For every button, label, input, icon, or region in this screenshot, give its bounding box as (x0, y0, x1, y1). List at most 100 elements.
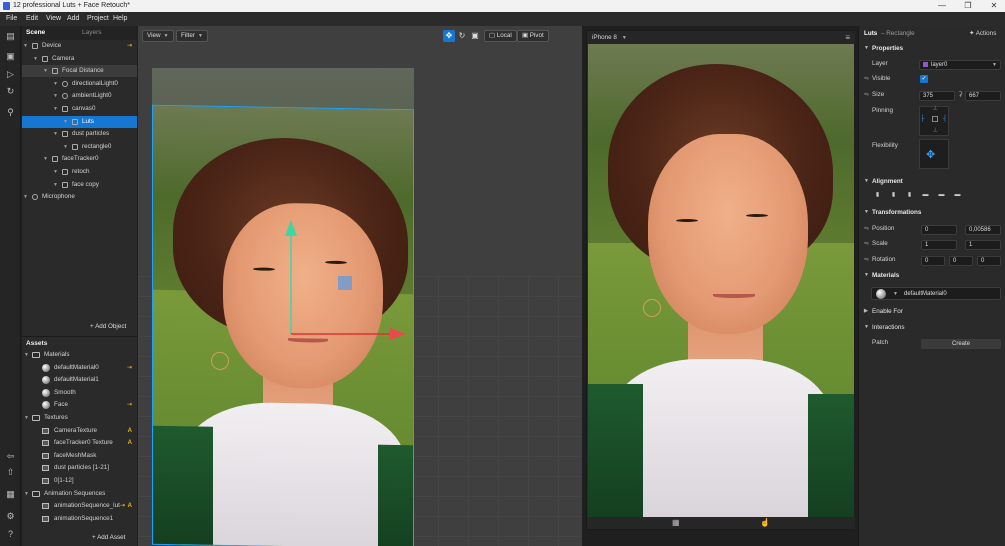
maximize-button[interactable]: ❐ (961, 1, 975, 11)
tab-layers[interactable]: Layers (82, 29, 102, 36)
rotate-tool-icon[interactable]: ↻ (456, 30, 468, 42)
menu-view[interactable]: View (46, 15, 61, 22)
view-dropdown[interactable]: View ▼ (142, 30, 174, 42)
expand-arrow-icon[interactable]: ▼ (53, 90, 58, 102)
interactions-section[interactable]: ▼ Interactions (859, 324, 1005, 334)
align-top-icon[interactable]: ▬ (921, 191, 930, 200)
expand-arrow-icon[interactable]: ▼ (53, 103, 58, 115)
viewport[interactable]: View ▼ Filter ▼ ✥ ↻ ▣ ▢ Local ▣ Pivot (138, 26, 582, 546)
device-dropdown[interactable]: iPhone 8 ▼ (592, 34, 627, 41)
pin-icon[interactable]: ⇥ (120, 500, 125, 512)
expand-arrow-icon[interactable]: ▼ (53, 78, 58, 90)
minimize-button[interactable]: — (935, 1, 949, 11)
pin-icon[interactable]: ⇥ (127, 40, 132, 52)
local-toggle[interactable]: ▢ Local (484, 30, 517, 42)
expand-arrow-icon[interactable]: ▼ (43, 65, 48, 77)
expand-arrow-icon[interactable]: ▼ (24, 349, 29, 361)
video-icon[interactable]: ▣ (5, 51, 16, 62)
refresh-icon[interactable]: ↻ (5, 86, 16, 97)
scene-tree-item[interactable]: ▼ Focal Distance (22, 65, 137, 78)
expand-arrow-icon[interactable]: ▼ (53, 179, 58, 191)
menu-project[interactable]: Project (87, 15, 109, 22)
move-tool-icon[interactable]: ✥ (443, 30, 455, 42)
align-right-icon[interactable]: ▮ (905, 191, 914, 200)
menu-file[interactable]: File (6, 15, 17, 22)
menu-icon[interactable]: ≡ (845, 33, 850, 42)
expand-arrow-icon[interactable]: ▼ (23, 191, 28, 203)
size-height-input[interactable]: 667 (965, 91, 1001, 101)
menu-add[interactable]: Add (67, 15, 79, 22)
expand-arrow-icon[interactable]: ▼ (63, 116, 68, 128)
position-y-input[interactable]: 0,00586 (965, 225, 1001, 235)
pivot-toggle[interactable]: ▣ Pivot (517, 30, 549, 42)
rotation-x-input[interactable]: 0 (921, 256, 945, 266)
asset-item[interactable]: ▼ Animation Sequences (22, 488, 137, 500)
align-left-icon[interactable]: ▮ (873, 191, 882, 200)
expand-arrow-icon[interactable]: ▼ (24, 412, 29, 424)
position-x-input[interactable]: 0 (921, 225, 957, 235)
scene-tree-item[interactable]: ▼ rectangle0 (22, 141, 137, 153)
play-icon[interactable]: ▷ (5, 69, 16, 80)
size-width-input[interactable]: 375 (919, 91, 955, 101)
properties-section[interactable]: ▼ Properties (859, 45, 1005, 55)
scene-tree-item[interactable]: ▼ Camera (22, 53, 137, 65)
asset-item[interactable]: faceMeshMask (22, 450, 137, 462)
scale-y-input[interactable]: 1 (965, 240, 1001, 250)
bug-icon[interactable]: ⚙ (5, 511, 16, 522)
asset-item[interactable]: 0[1-12] (22, 475, 137, 487)
scene-tree-item[interactable]: ▼ face copy (22, 179, 137, 191)
scene-tree-item[interactable]: ▼ retoch (22, 166, 137, 178)
send-to-device-icon[interactable]: ⇦ (5, 451, 16, 462)
asset-item[interactable]: Face ⇥ (22, 399, 137, 411)
scene-tree-item[interactable]: ▼ faceTracker0 (22, 153, 137, 165)
scene-tree-item[interactable]: ▼ ambientLight0 (22, 90, 137, 102)
align-center-h-icon[interactable]: ▮ (889, 191, 898, 200)
material-select[interactable]: ▼ defaultMaterial0 (871, 287, 1001, 300)
transform-gizmo[interactable] (278, 216, 408, 346)
help-icon[interactable]: ? (5, 529, 16, 540)
menu-edit[interactable]: Edit (26, 15, 38, 22)
asset-item[interactable]: defaultMaterial0 ⇥ (22, 362, 137, 374)
scene-panel-icon[interactable]: ▤ (5, 31, 16, 42)
lock-icon[interactable]: ⚳ (958, 91, 963, 98)
transformations-section[interactable]: ▼ Transformations (859, 209, 1005, 219)
asset-item[interactable]: animationSequence1 (22, 513, 137, 525)
scene-tree-item[interactable]: ▼ Luts (22, 115, 137, 128)
create-patch-button[interactable]: Create (921, 339, 1001, 349)
scene-tree-item[interactable]: ▼ Device ⇥ (22, 40, 137, 52)
expand-arrow-icon[interactable]: ▼ (43, 153, 48, 165)
scene-tree-item[interactable]: ▼ Microphone (22, 191, 137, 203)
asset-item[interactable]: ▼ Textures (22, 412, 137, 424)
upload-icon[interactable]: ⇧ (5, 467, 16, 478)
align-bottom-icon[interactable]: ▬ (953, 191, 962, 200)
asset-item[interactable]: defaultMaterial1 (22, 374, 137, 386)
expand-arrow-icon[interactable]: ▼ (53, 166, 58, 178)
asset-item[interactable]: animationSequence_lut ⇥ A (22, 500, 137, 512)
scene-tree-item[interactable]: ▼ dust particles (22, 128, 137, 140)
align-center-v-icon[interactable]: ▬ (937, 191, 946, 200)
expand-arrow-icon[interactable]: ▼ (33, 53, 38, 65)
add-asset-button[interactable]: + Add Asset (92, 534, 125, 541)
scale-tool-icon[interactable]: ▣ (469, 30, 481, 42)
scale-x-input[interactable]: 1 (921, 240, 957, 250)
asset-item[interactable]: CameraTexture A (22, 425, 137, 437)
add-object-button[interactable]: + Add Object (90, 323, 126, 330)
folder-icon[interactable]: ▦ (5, 489, 16, 500)
enable-for-section[interactable]: ▶ Enable For (859, 308, 1005, 318)
expand-arrow-icon[interactable]: ▼ (63, 141, 68, 153)
layer-select[interactable]: layer0 ▼ (919, 60, 1001, 70)
scene-tree-item[interactable]: ▼ directionalLight0 (22, 78, 137, 90)
flexibility-widget[interactable]: ✥ (919, 139, 949, 169)
pin-icon[interactable]: ⇥ (127, 362, 132, 374)
alignment-section[interactable]: ▼ Alignment (859, 178, 1005, 188)
actions-button[interactable]: ✦ Actions (969, 30, 996, 37)
close-button[interactable]: ✕ (987, 1, 1001, 11)
asset-item[interactable]: faceTracker0 Texture A (22, 437, 137, 449)
asset-item[interactable]: ▼ Materials (22, 349, 137, 361)
expand-arrow-icon[interactable]: ▼ (53, 128, 58, 140)
touch-icon[interactable]: ☝ (760, 518, 770, 527)
asset-item[interactable]: Smooth (22, 387, 137, 399)
asset-item[interactable]: dust particles [1-21] (22, 462, 137, 474)
expand-arrow-icon[interactable]: ▼ (24, 488, 29, 500)
pin-icon[interactable]: ⇥ (127, 399, 132, 411)
